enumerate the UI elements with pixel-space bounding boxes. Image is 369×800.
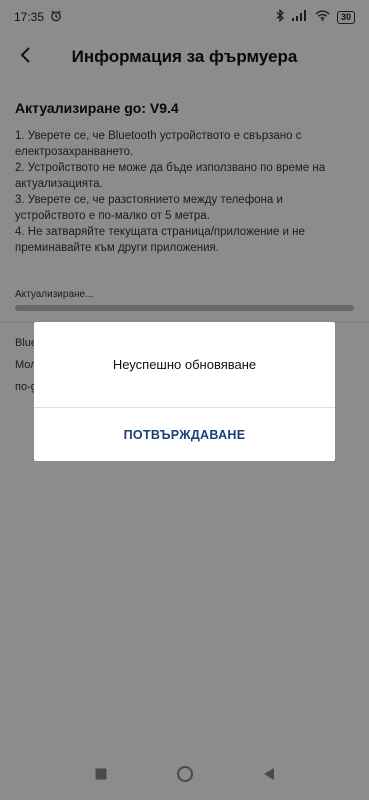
square-icon[interactable]: [95, 767, 107, 785]
system-nav-bar: [0, 752, 369, 800]
circle-icon[interactable]: [176, 765, 194, 788]
triangle-back-icon[interactable]: [263, 767, 275, 786]
dialog-message: Неуспешно обновяване: [112, 357, 257, 372]
error-dialog: Неуспешно обновяване ПОТВЪРЖДАВАНЕ: [34, 322, 335, 461]
confirm-button[interactable]: ПОТВЪРЖДАВАНЕ: [34, 408, 335, 461]
